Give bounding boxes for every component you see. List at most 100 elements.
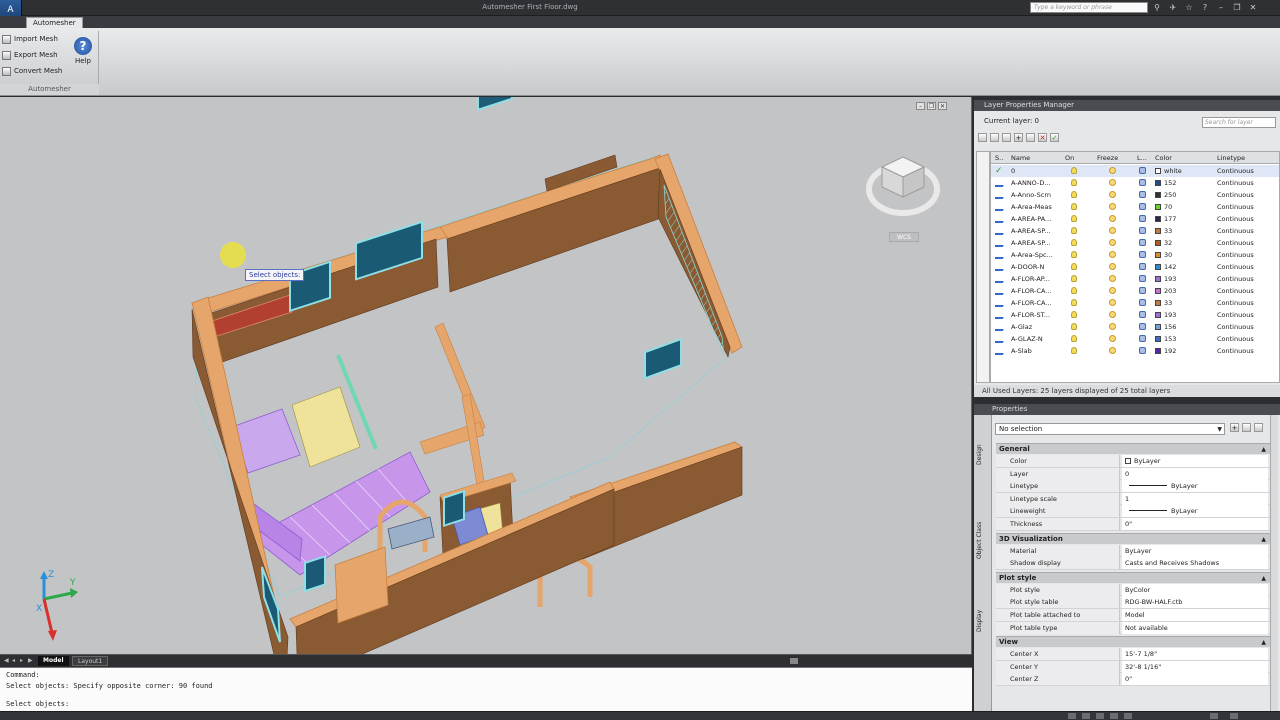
layer-row[interactable]: A-Glaz 156 Continuous [991,321,1279,333]
layer-color[interactable]: 192 [1155,345,1213,357]
col-lock[interactable]: L... [1137,152,1147,164]
property-value[interactable]: ByLayer [1122,480,1268,493]
layer-lock-icon[interactable] [1139,309,1146,321]
layer-freeze-sun-icon[interactable] [1109,273,1116,285]
layer-linetype[interactable]: Continuous [1217,237,1277,249]
layer-lock-icon[interactable] [1139,213,1146,225]
layer-row[interactable]: A-FLOR-ST... 193 Continuous [991,309,1279,321]
layer-color[interactable]: 33 [1155,225,1213,237]
layer-lock-icon[interactable] [1139,285,1146,297]
layer-status-icon[interactable] [995,309,1005,321]
property-row[interactable]: Plot style ByColor [996,583,1270,597]
layer-row[interactable]: A-FLOR-CA... 203 Continuous [991,285,1279,297]
property-row[interactable]: Plot table type Not available [996,621,1270,635]
layer-lock-icon[interactable] [1139,201,1146,213]
property-row[interactable]: Plot style table RDG-BW-HALF.ctb [996,596,1270,609]
layer-on-bulb-icon[interactable] [1071,321,1077,333]
property-value[interactable]: RDG-BW-HALF.ctb [1122,596,1268,609]
layer-color[interactable]: white [1155,165,1213,177]
layer-status-icon[interactable] [995,225,1005,237]
layer-linetype[interactable]: Continuous [1217,249,1277,261]
property-value[interactable]: 0 [1122,467,1268,480]
layer-status-icon[interactable] [995,213,1005,225]
side-tab-display[interactable]: Display [976,601,990,641]
property-row[interactable]: Linetype scale 1 [996,492,1270,506]
status-model-icon[interactable] [1068,713,1076,719]
col-color[interactable]: Color [1155,152,1172,164]
property-row[interactable]: Plot table attached to Model [996,609,1270,622]
property-category[interactable]: General ▲ [996,443,1270,454]
import-mesh-button[interactable]: Import Mesh [2,33,58,45]
next-tab-arrow-icon[interactable]: ▸ [20,657,27,664]
set-current-icon[interactable]: ✓ [1050,133,1059,142]
layer-color[interactable]: 250 [1155,189,1213,201]
col-freeze[interactable]: Freeze [1097,152,1118,164]
status-grid-icon[interactable] [1082,713,1090,719]
collapse-arrow-icon[interactable]: ▲ [1261,637,1266,648]
viewcube[interactable] [866,149,940,219]
layer-lock-icon[interactable] [1139,165,1146,177]
restore-icon[interactable]: ❐ [1232,2,1242,13]
layer-status-icon[interactable] [995,285,1005,297]
layer-status-icon[interactable] [995,177,1005,189]
layer-color[interactable]: 177 [1155,213,1213,225]
layer-freeze-sun-icon[interactable] [1109,261,1116,273]
layer-linetype[interactable]: Continuous [1217,261,1277,273]
layer-on-bulb-icon[interactable] [1071,309,1077,321]
layer-row[interactable]: A-FLOR-CA... 33 Continuous [991,297,1279,309]
layer-status-icon[interactable] [995,261,1005,273]
layer-lock-icon[interactable] [1139,273,1146,285]
viewport-minimize-icon[interactable]: – [916,102,925,110]
layer-status-icon[interactable] [995,189,1005,201]
layer-freeze-sun-icon[interactable] [1109,297,1116,309]
property-value[interactable]: ByColor [1122,583,1268,596]
property-row[interactable]: Center Z 0" [996,673,1270,686]
layer-linetype[interactable]: Continuous [1217,333,1277,345]
layer-table[interactable]: S.. Name On Freeze L... Color Linetype ✓… [990,151,1280,383]
layer-linetype[interactable]: Continuous [1217,297,1277,309]
layer-freeze-sun-icon[interactable] [1109,333,1116,345]
layer-color[interactable]: 70 [1155,201,1213,213]
layer-linetype[interactable]: Continuous [1217,345,1277,357]
layer-search-input[interactable]: Search for layer [1202,117,1276,128]
viewport-close-icon[interactable]: ✕ [938,102,947,110]
help-button[interactable]: ? Help [72,37,94,65]
layer-lock-icon[interactable] [1139,225,1146,237]
layer-on-bulb-icon[interactable] [1071,213,1077,225]
close-icon[interactable]: ✕ [1248,2,1258,13]
status-polar-icon[interactable] [1124,713,1132,719]
toggle-pickadd-icon[interactable]: + [1230,423,1239,432]
property-value[interactable]: ByLayer [1122,455,1268,467]
collapse-arrow-icon[interactable]: ▲ [1261,573,1266,584]
layer-color[interactable]: 32 [1155,237,1213,249]
layer-row[interactable]: A-ANNO-D... 152 Continuous [991,177,1279,189]
property-value[interactable]: 32'-8 1/16" [1122,660,1268,673]
col-linetype[interactable]: Linetype [1217,152,1245,164]
layer-lock-icon[interactable] [1139,321,1146,333]
collapse-arrow-icon[interactable]: ▲ [1261,534,1266,545]
properties-scrollbar[interactable] [1270,415,1278,711]
new-vp-frozen-layer-icon[interactable] [1026,133,1035,142]
layer-status-icon[interactable] [995,237,1005,249]
layer-row[interactable]: A-FLOR-AP... 193 Continuous [991,273,1279,285]
layer-lock-icon[interactable] [1139,237,1146,249]
layer-on-bulb-icon[interactable] [1071,285,1077,297]
property-row[interactable]: Color ByLayer [996,455,1270,468]
property-category[interactable]: View ▲ [996,636,1270,648]
layer-color[interactable]: 193 [1155,273,1213,285]
property-row[interactable]: Layer 0 [996,467,1270,481]
layer-row[interactable]: A-AREA-PA... 177 Continuous [991,213,1279,225]
layer-row[interactable]: A-Anno-Scrn 250 Continuous [991,189,1279,201]
layer-linetype[interactable]: Continuous [1217,177,1277,189]
col-name[interactable]: Name [1011,152,1030,164]
layer-on-bulb-icon[interactable] [1071,249,1077,261]
status-ortho-icon[interactable] [1110,713,1118,719]
layer-freeze-sun-icon[interactable] [1109,309,1116,321]
layer-on-bulb-icon[interactable] [1071,297,1077,309]
status-settings-icon[interactable] [1230,713,1238,719]
tab-layout1[interactable]: Layout1 [72,656,109,666]
col-on[interactable]: On [1065,152,1074,164]
layer-color[interactable]: 30 [1155,249,1213,261]
command-line[interactable]: Command: Select objects: Specify opposit… [0,667,972,712]
property-value[interactable]: 0" [1122,518,1268,530]
